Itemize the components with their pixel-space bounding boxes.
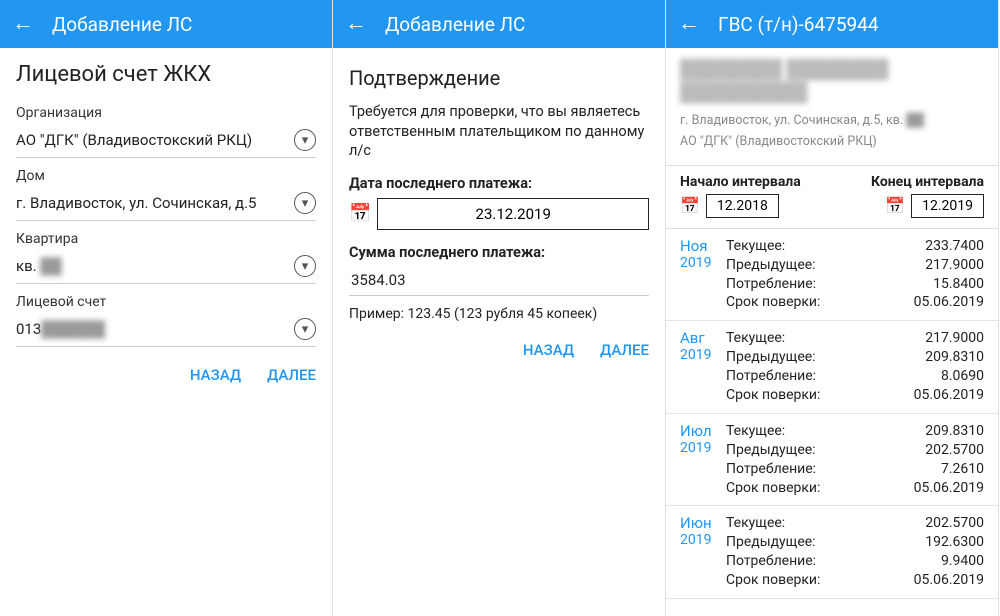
- last-payment-date-label: Дата последнего платежа:: [349, 175, 649, 192]
- entry-values: Текущее:209.8310Предыдущее:202.5700Потре…: [726, 422, 984, 498]
- appbar-title: ГВС (т/н)-6475944: [718, 13, 879, 36]
- description-text: Требуется для проверки, что вы являетесь…: [349, 102, 649, 161]
- date-range-row: Начало интервала 📅 12.2018 Конец интерва…: [666, 165, 998, 229]
- org-text: АО "ДГК" (Владивостокский РКЦ): [680, 134, 984, 157]
- field-account[interactable]: Лицевой счет 013██████ ▾: [16, 294, 316, 347]
- redacted-text: ██: [906, 113, 924, 128]
- entry-values: Текущее:202.5700Предыдущее:192.6300Потре…: [726, 514, 984, 590]
- screen-add-account: ← Добавление ЛС Лицевой счет ЖКХ Организ…: [0, 0, 333, 616]
- last-payment-date-input[interactable]: [377, 198, 649, 230]
- next-button[interactable]: ДАЛЕЕ: [267, 366, 316, 384]
- page-title: Подтверждение: [349, 66, 649, 90]
- address-text: г. Владивосток, ул. Сочинская, д.5, кв. …: [680, 113, 984, 128]
- back-button[interactable]: НАЗАД: [523, 341, 574, 359]
- field-value: АО "ДГК" (Владивостокский РКЦ): [16, 131, 252, 149]
- field-label: Лицевой счет: [16, 294, 316, 310]
- calendar-icon[interactable]: 📅: [680, 196, 700, 215]
- appbar-title: Добавление ЛС: [385, 13, 525, 36]
- last-payment-sum-value[interactable]: 3584.03: [349, 267, 649, 296]
- entry-values: Текущее:217.9000Предыдущее:209.8310Потре…: [726, 329, 984, 405]
- chevron-down-icon[interactable]: ▾: [294, 129, 316, 151]
- redacted-text: ██████: [41, 320, 105, 338]
- calendar-icon[interactable]: 📅: [349, 203, 371, 224]
- field-value: 013██████: [16, 320, 105, 338]
- entry-month: Июн2019: [680, 514, 726, 590]
- account-header: ████████ ████████ ██████████ г. Владивос…: [666, 48, 998, 165]
- calendar-icon[interactable]: 📅: [885, 196, 905, 215]
- appbar: ← Добавление ЛС: [333, 0, 665, 48]
- range-start-label: Начало интервала: [680, 174, 801, 190]
- chevron-down-icon[interactable]: ▾: [294, 255, 316, 277]
- entry-month: Июл2019: [680, 422, 726, 498]
- history-entry[interactable]: Июл2019Текущее:209.8310Предыдущее:202.57…: [666, 414, 998, 507]
- field-house[interactable]: Дом г. Владивосток, ул. Сочинская, д.5 ▾: [16, 168, 316, 221]
- last-payment-sum-label: Сумма последнего платежа:: [349, 244, 649, 261]
- action-row: НАЗАД ДАЛЕЕ: [349, 340, 649, 359]
- appbar-title: Добавление ЛС: [52, 13, 192, 36]
- entry-month: Авг2019: [680, 329, 726, 405]
- date-input-row: 📅: [349, 198, 649, 230]
- chevron-down-icon[interactable]: ▾: [294, 318, 316, 340]
- screen-confirmation: ← Добавление ЛС Подтверждение Требуется …: [333, 0, 666, 616]
- back-button[interactable]: НАЗАД: [190, 366, 241, 384]
- field-label: Квартира: [16, 231, 316, 247]
- field-organization[interactable]: Организация АО "ДГК" (Владивостокский РК…: [16, 105, 316, 158]
- back-icon[interactable]: ←: [678, 13, 700, 35]
- screen-meter-history: ← ГВС (т/н)-6475944 ████████ ████████ ██…: [666, 0, 999, 616]
- chevron-down-icon[interactable]: ▾: [294, 192, 316, 214]
- owner-name: ████████ ████████ ██████████: [680, 58, 984, 105]
- history-entry[interactable]: Авг2019Текущее:217.9000Предыдущее:209.83…: [666, 321, 998, 414]
- history-entry[interactable]: Ноя2019Текущее:233.7400Предыдущее:217.90…: [666, 229, 998, 322]
- sum-hint: Пример: 123.45 (123 рубля 45 копеек): [349, 306, 649, 322]
- field-value: кв. ██: [16, 257, 62, 275]
- action-row: НАЗАД ДАЛЕЕ: [16, 365, 316, 384]
- page-title: Лицевой счет ЖКХ: [16, 62, 316, 87]
- range-end-input[interactable]: 12.2019: [911, 194, 984, 218]
- field-value: г. Владивосток, ул. Сочинская, д.5: [16, 194, 256, 212]
- history-entry[interactable]: Июн2019Текущее:202.5700Предыдущее:192.63…: [666, 506, 998, 599]
- appbar: ← ГВС (т/н)-6475944: [666, 0, 998, 48]
- range-start-input[interactable]: 12.2018: [706, 194, 779, 218]
- history-list: Ноя2019Текущее:233.7400Предыдущее:217.90…: [666, 229, 998, 599]
- next-button[interactable]: ДАЛЕЕ: [600, 341, 649, 359]
- field-flat[interactable]: Квартира кв. ██ ▾: [16, 231, 316, 284]
- range-end-label: Конец интервала: [871, 174, 984, 190]
- entry-values: Текущее:233.7400Предыдущее:217.9000Потре…: [726, 237, 984, 313]
- field-label: Организация: [16, 105, 316, 121]
- entry-month: Ноя2019: [680, 237, 726, 313]
- field-label: Дом: [16, 168, 316, 184]
- back-icon[interactable]: ←: [12, 13, 34, 35]
- redacted-text: ██: [40, 257, 61, 275]
- appbar: ← Добавление ЛС: [0, 0, 332, 48]
- back-icon[interactable]: ←: [345, 13, 367, 35]
